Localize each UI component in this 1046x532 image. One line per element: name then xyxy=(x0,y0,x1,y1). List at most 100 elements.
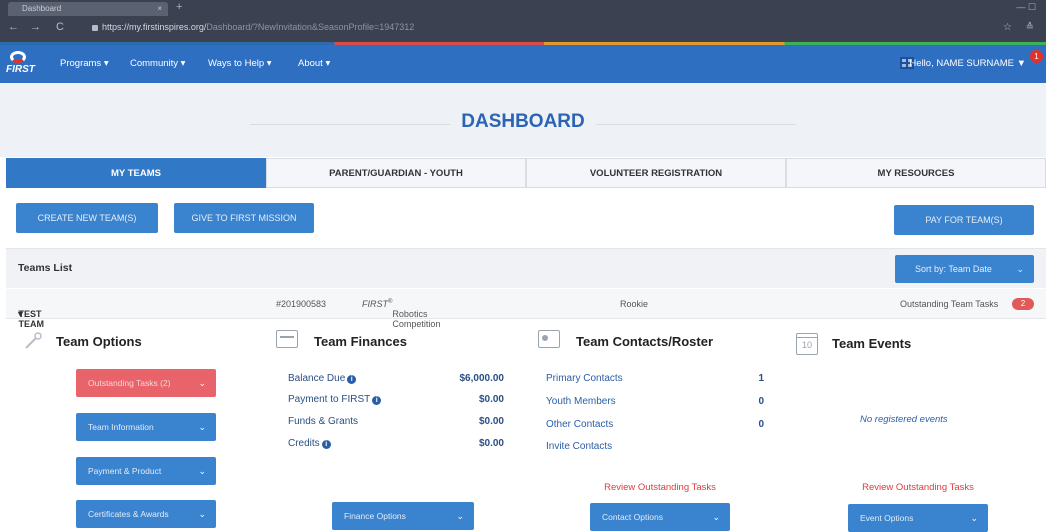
row-label: Payment to FIRST xyxy=(288,394,371,405)
tasks-count: 2 xyxy=(1020,299,1026,308)
primary-contacts-count: 1 xyxy=(758,373,764,384)
sort-dropdown[interactable]: Sort by: Team Date ⌄ xyxy=(895,255,1034,283)
pay-for-teams-button[interactable]: PAY FOR TEAM(S) xyxy=(894,205,1034,235)
calendar-icon: 10 xyxy=(796,333,818,355)
team-finances-title: Team Finances xyxy=(314,334,407,349)
chevron-down-icon: ⌄ xyxy=(970,513,978,523)
browser-tab[interactable]: Dashboard × xyxy=(8,2,168,16)
payment-to-first-value: $0.00 xyxy=(478,394,504,405)
program-suffix: Robotics Competition xyxy=(392,309,441,329)
logo-ring-icon xyxy=(10,51,26,63)
outstanding-tasks-badge[interactable]: 2 xyxy=(1012,298,1034,310)
credits-value: $0.00 xyxy=(478,438,504,449)
nav-about[interactable]: About ▾ xyxy=(298,58,330,69)
site-navbar: FIRST Programs ▾ Community ▾ Ways to Hel… xyxy=(0,45,1046,83)
credits-label: Credits i xyxy=(288,438,331,449)
outstanding-tasks-dropdown[interactable]: Outstanding Tasks (2) ⌄ xyxy=(76,369,216,397)
dropdown-label: Outstanding Tasks (2) xyxy=(88,378,171,388)
team-options-title: Team Options xyxy=(56,334,142,349)
team-number: #201900583 xyxy=(276,299,327,309)
create-new-team-button[interactable]: CREATE NEW TEAM(S) xyxy=(16,203,158,233)
chevron-down-icon: ⌄ xyxy=(198,466,206,476)
calendar-day: 10 xyxy=(801,340,812,350)
chevron-down-icon: ⌄ xyxy=(198,422,206,432)
chevron-down-icon: ⌄ xyxy=(198,378,206,388)
credit-card-icon xyxy=(276,330,298,348)
balance-due-label: Balance Due i xyxy=(288,373,357,384)
tab-volunteer-registration[interactable]: VOLUNTEER REGISTRATION xyxy=(526,158,786,188)
info-icon[interactable]: i xyxy=(372,396,382,405)
team-program: FIRST® Robotics Competition xyxy=(362,299,441,329)
url-field[interactable]: https://my.firstinspires.org/Dashboard/?… xyxy=(102,22,414,32)
event-options-dropdown[interactable]: Event Options ⌄ xyxy=(848,504,988,532)
reload-icon[interactable]: C xyxy=(56,21,64,33)
certificates-awards-dropdown[interactable]: Certificates & Awards ⌄ xyxy=(76,500,216,528)
tab-title: Dashboard xyxy=(22,4,62,13)
give-to-first-button[interactable]: GIVE TO FIRST MISSION xyxy=(174,203,314,233)
forward-icon[interactable]: → xyxy=(30,21,41,33)
address-bar: ← → C https://my.firstinspires.org/Dashb… xyxy=(0,16,1046,42)
teams-list-header: Teams List Sort by: Team Date ⌄ xyxy=(6,248,1046,288)
nav-label: Programs xyxy=(60,58,102,69)
youth-members-link[interactable]: Youth Members xyxy=(546,396,616,407)
dashboard-header: DASHBOARD xyxy=(0,83,1046,157)
team-row[interactable]: ▼ TEST TEAM #201900583 FIRST® Robotics C… xyxy=(6,289,1046,329)
tab-my-teams[interactable]: MY TEAMS xyxy=(6,158,266,188)
actions-bar: CREATE NEW TEAM(S) GIVE TO FIRST MISSION… xyxy=(0,188,1046,248)
team-name-text: TEST TEAM xyxy=(18,309,45,329)
window-controls-icon[interactable]: — ☐ xyxy=(1016,2,1036,13)
info-icon[interactable]: i xyxy=(321,440,331,449)
bookmark-star-icon[interactable]: ☆ xyxy=(1003,22,1012,33)
team-information-dropdown[interactable]: Team Information ⌄ xyxy=(76,413,216,441)
primary-contacts-link[interactable]: Primary Contacts xyxy=(546,373,623,384)
new-tab-icon[interactable]: + xyxy=(176,1,182,13)
finance-options-dropdown[interactable]: Finance Options ⌄ xyxy=(332,502,474,530)
other-contacts-count: 0 xyxy=(758,419,764,430)
logo-text: FIRST xyxy=(6,64,35,75)
outstanding-tasks-label: Outstanding Team Tasks xyxy=(900,299,999,309)
nav-programs[interactable]: Programs ▾ xyxy=(60,58,109,69)
invite-contacts-link[interactable]: Invite Contacts xyxy=(546,441,612,452)
user-name: Hello, NAME SURNAME xyxy=(909,58,1014,69)
nav-ways-to-help[interactable]: Ways to Help ▾ xyxy=(208,58,272,69)
dropdown-label: Certificates & Awards xyxy=(88,509,169,519)
chevron-down-icon: ⌄ xyxy=(456,511,464,521)
first-logo[interactable]: FIRST xyxy=(6,51,35,77)
extension-icon[interactable]: ≙ xyxy=(1026,22,1034,33)
chevron-down-icon: ⌄ xyxy=(198,509,206,519)
funds-grants-label: Funds & Grants xyxy=(288,416,359,427)
review-outstanding-tasks-link[interactable]: Review Outstanding Tasks xyxy=(818,482,1018,493)
user-menu[interactable]: Hello, NAME SURNAME ▼ xyxy=(909,58,1026,69)
payment-to-first-label: Payment to FIRST i xyxy=(288,394,382,405)
tab-my-resources[interactable]: MY RESOURCES xyxy=(786,158,1046,188)
sort-label: Sort by: Team Date xyxy=(915,264,992,274)
other-contacts-link[interactable]: Other Contacts xyxy=(546,419,613,430)
dashboard-tabs: MY TEAMS PARENT/GUARDIAN - YOUTH VOLUNTE… xyxy=(6,158,1046,188)
nav-label: About xyxy=(298,58,323,69)
dropdown-label: Finance Options xyxy=(344,511,406,521)
balance-due-value: $6,000.00 xyxy=(459,373,505,384)
tab-parent-guardian-youth[interactable]: PARENT/GUARDIAN - YOUTH xyxy=(266,158,526,188)
close-icon[interactable]: × xyxy=(157,2,162,16)
team-contacts-title: Team Contacts/Roster xyxy=(576,334,714,349)
chevron-down-icon: ⌄ xyxy=(712,512,720,522)
dropdown-label: Contact Options xyxy=(602,512,663,522)
lock-icon xyxy=(92,25,98,31)
nav-label: Ways to Help xyxy=(208,58,265,69)
funds-grants-value: $0.00 xyxy=(478,416,504,427)
nav-community[interactable]: Community ▾ xyxy=(130,58,185,69)
browser-tab-strip: Dashboard × + — ☐ xyxy=(0,0,1046,16)
teams-list-title: Teams List xyxy=(18,262,73,274)
team-events-title: Team Events xyxy=(832,336,912,351)
team-status: Rookie xyxy=(620,299,649,309)
youth-members-count: 0 xyxy=(758,396,764,407)
row-label: Balance Due xyxy=(288,373,346,384)
info-icon[interactable]: i xyxy=(347,375,357,384)
url-path: Dashboard/?NewInvitation&SeasonProfile=1… xyxy=(206,22,415,32)
payment-product-dropdown[interactable]: Payment & Product ⌄ xyxy=(76,457,216,485)
nav-label: Community xyxy=(130,58,179,69)
notification-badge[interactable]: 1 xyxy=(1030,50,1043,63)
back-icon[interactable]: ← xyxy=(8,21,19,33)
review-outstanding-tasks-link[interactable]: Review Outstanding Tasks xyxy=(560,482,760,493)
contact-options-dropdown[interactable]: Contact Options ⌄ xyxy=(590,503,730,531)
